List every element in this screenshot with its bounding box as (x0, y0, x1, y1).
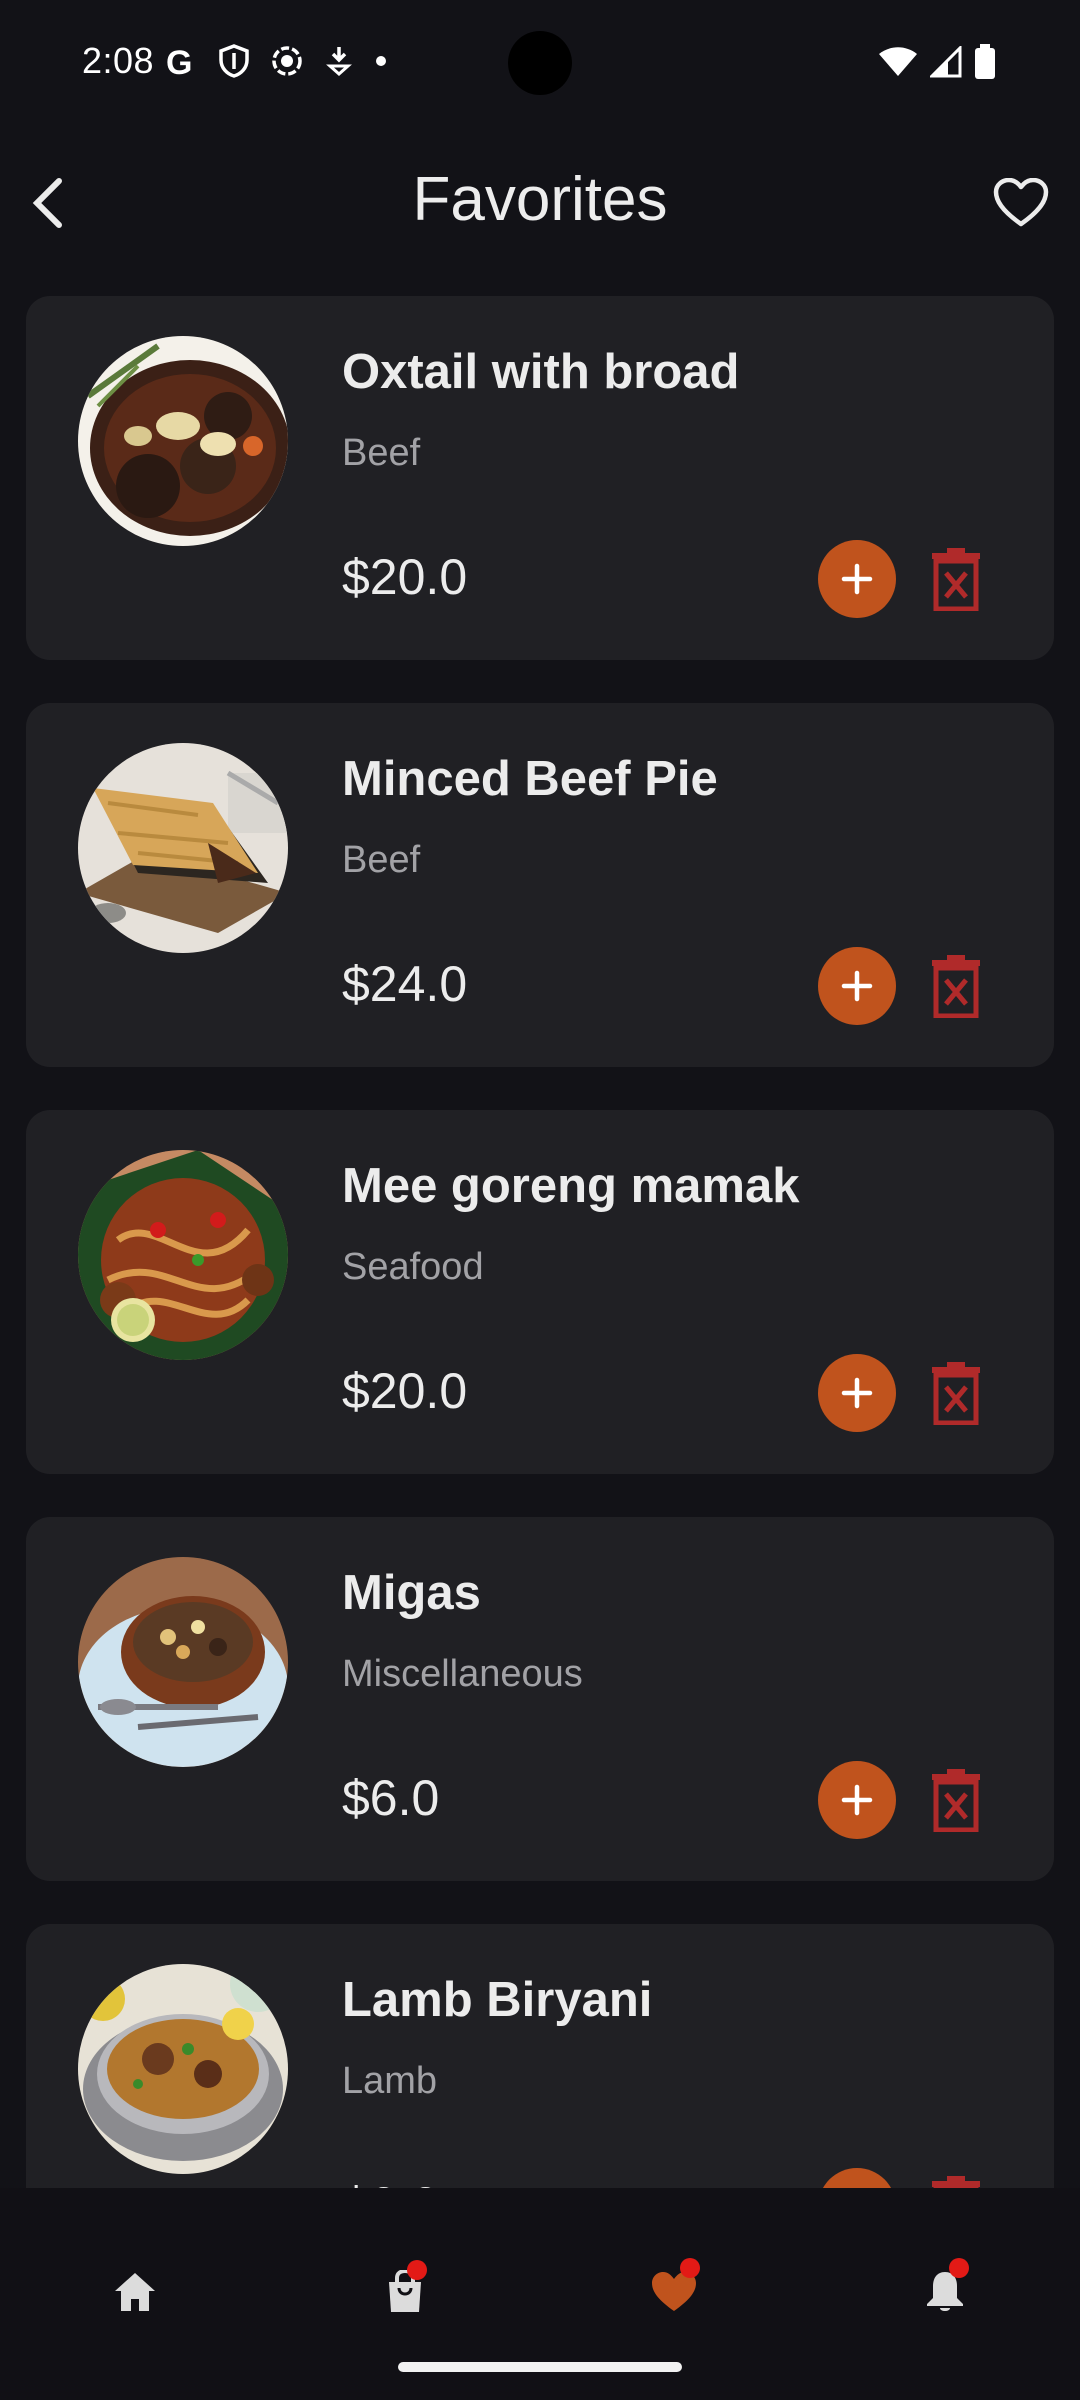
favorite-card[interactable]: Lamb Biryani Lamb $0.0 (26, 1924, 1054, 2188)
food-name: Mee goreng mamak (342, 1159, 800, 1213)
plus-icon (841, 1784, 873, 1816)
nav-favorites[interactable] (634, 2252, 714, 2332)
delete-icon (932, 548, 980, 611)
food-price: $20.0 (342, 549, 468, 605)
food-image-lamb-biryani (78, 1964, 288, 2174)
plus-icon (841, 1377, 873, 1409)
food-name: Migas (342, 1566, 481, 1620)
food-image-mee-goreng (78, 1150, 288, 1360)
nav-cart[interactable] (365, 2252, 445, 2332)
favorite-card[interactable]: Oxtail with broad Beef $20.0 (26, 296, 1054, 660)
remove-favorite-button[interactable] (926, 1761, 986, 1839)
food-category: Beef (342, 839, 421, 881)
favorite-card[interactable]: Minced Beef Pie Beef $24.0 (26, 703, 1054, 1067)
delete-icon (932, 1362, 980, 1425)
remove-favorite-button[interactable] (926, 1354, 986, 1432)
favorite-card[interactable]: Mee goreng mamak Seafood $20.0 (26, 1110, 1054, 1474)
plus-icon (841, 563, 873, 595)
remove-favorite-button[interactable] (926, 947, 986, 1025)
food-category: Lamb (342, 2060, 438, 2102)
food-category: Beef (342, 432, 421, 474)
cart-badge (407, 2260, 427, 2280)
food-image-beef-pie (78, 743, 288, 953)
favorite-card[interactable]: Migas Miscellaneous $6.0 (26, 1517, 1054, 1881)
add-to-cart-button[interactable] (818, 2168, 896, 2188)
favorites-badge (680, 2258, 700, 2278)
delete-icon (932, 1769, 980, 1832)
add-to-cart-button[interactable] (818, 1354, 896, 1432)
nav-notifications[interactable] (905, 2252, 985, 2332)
page-title: Favorites (412, 165, 668, 234)
add-to-cart-button[interactable] (818, 1761, 896, 1839)
delete-icon (932, 2176, 980, 2188)
food-category: Seafood (342, 1246, 484, 1288)
food-image-migas (78, 1557, 288, 1767)
add-to-cart-button[interactable] (818, 947, 896, 1025)
home-icon (115, 2273, 155, 2311)
food-price: $20.0 (342, 1363, 468, 1419)
home-indicator[interactable] (398, 2362, 682, 2372)
add-to-cart-button[interactable] (818, 540, 896, 618)
notifications-badge (949, 2258, 969, 2278)
food-price: $24.0 (342, 956, 468, 1012)
food-price: $0.0 (342, 2176, 439, 2188)
remove-favorite-button[interactable] (926, 540, 986, 618)
app-bar: Favorites (0, 128, 1080, 278)
food-price: $6.0 (342, 1770, 440, 1826)
plus-icon (841, 970, 873, 1002)
remove-favorite-button[interactable] (926, 2168, 986, 2188)
favorites-heart-button[interactable] (986, 168, 1056, 238)
food-image-oxtail (78, 336, 288, 546)
food-name: Lamb Biryani (342, 1973, 653, 2027)
favorites-list[interactable]: Oxtail with broad Beef $20.0 Minced Beef… (0, 0, 1080, 2188)
food-name: Minced Beef Pie (342, 752, 718, 806)
delete-icon (932, 955, 980, 1018)
heart-outline-icon (993, 178, 1049, 227)
food-category: Miscellaneous (342, 1653, 583, 1695)
food-name: Oxtail with broad (342, 345, 740, 399)
nav-home[interactable] (95, 2252, 175, 2332)
